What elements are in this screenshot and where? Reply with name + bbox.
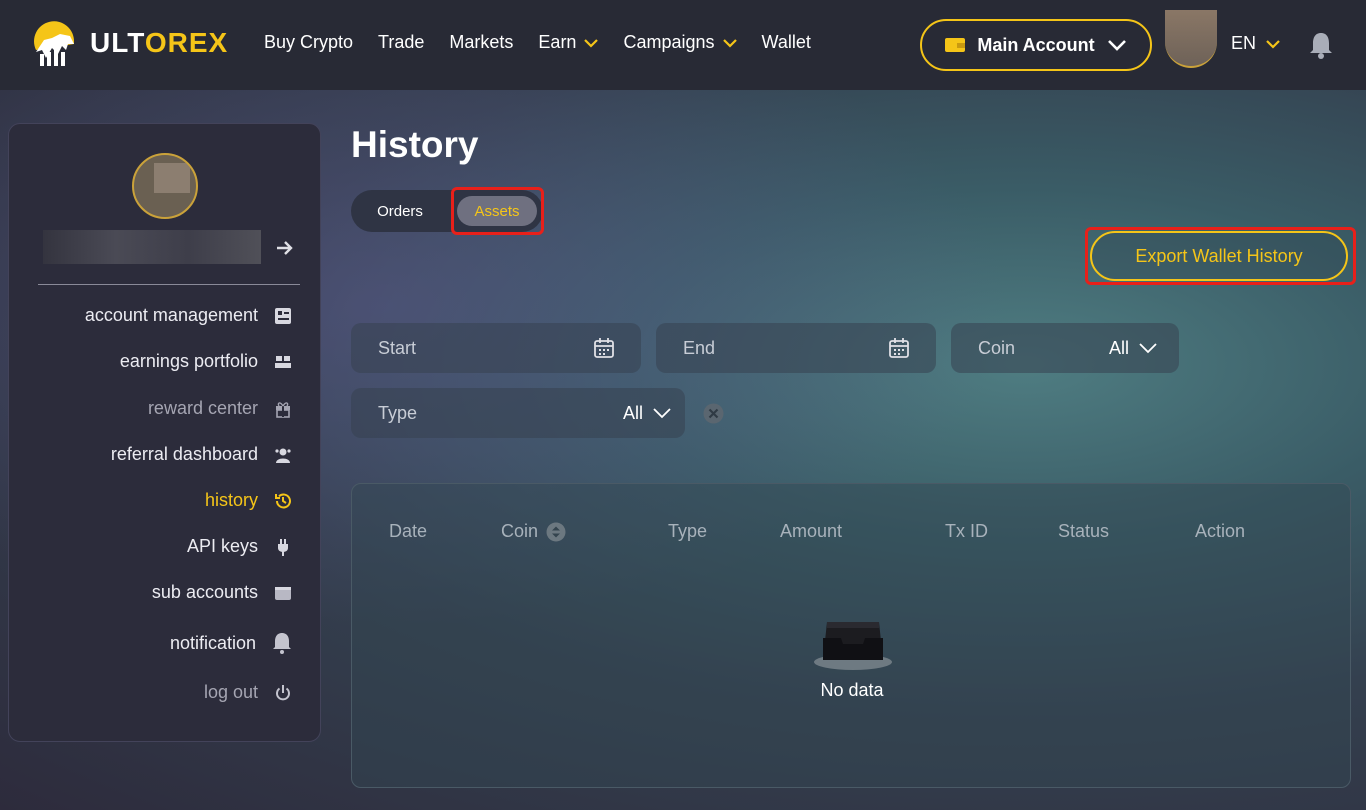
chevron-down-icon (1266, 39, 1280, 49)
column-header-action: Action (1195, 521, 1246, 541)
bell-icon (273, 633, 291, 654)
sidebar-item-account-management[interactable]: account management (85, 305, 292, 326)
column-header-date: Date (389, 521, 428, 541)
nav-wallet[interactable]: Wallet (762, 32, 811, 53)
chevron-down-icon (653, 407, 671, 418)
column-header-coin-label: Coin (501, 521, 539, 541)
logo-bull-icon (34, 21, 75, 66)
main-account-label: Main Account (977, 34, 1095, 55)
sidebar: account management earnings portfolio re… (8, 123, 321, 742)
end-date-placeholder: End (683, 337, 716, 358)
sidebar-item-label: earnings portfolio (119, 351, 258, 371)
arrow-right-icon[interactable] (276, 240, 294, 256)
sidebar-item-label: log out (203, 682, 258, 702)
power-icon (276, 684, 290, 700)
empty-state-text: No data (820, 680, 884, 700)
history-table: Date Coin Type Amount Tx ID Status Actio… (351, 483, 1351, 788)
sidebar-item-label: reward center (147, 398, 258, 418)
bell-icon[interactable] (1309, 31, 1333, 59)
nav-markets[interactable]: Markets (449, 32, 513, 53)
sidebar-item-notification[interactable]: notification (170, 632, 292, 654)
start-date-field[interactable]: Start (351, 323, 641, 373)
sidebar-item-label: history (204, 490, 258, 510)
sidebar-item-label: notification (169, 632, 256, 653)
highlight-box-export (1085, 227, 1356, 285)
chevron-down-icon (584, 38, 599, 48)
sidebar-item-log-out[interactable]: log out (204, 682, 292, 703)
tab-orders[interactable]: Orders (351, 190, 449, 232)
start-date-placeholder: Start (378, 337, 417, 358)
column-header-amount: Amount (780, 521, 843, 541)
sidebar-item-history[interactable]: history (205, 490, 292, 511)
logo[interactable]: ULTOREX (30, 20, 228, 66)
sort-icon[interactable] (546, 522, 566, 542)
nav-buy-crypto[interactable]: Buy Crypto (264, 32, 353, 53)
sidebar-item-label: API keys (186, 536, 258, 556)
sidebar-item-label: sub accounts (151, 582, 258, 602)
history-icon (275, 493, 291, 508)
type-select-label: Type (378, 402, 418, 423)
sidebar-item-sub-accounts[interactable]: sub accounts (152, 582, 292, 603)
type-select-value-text: All (622, 402, 643, 423)
nav-earn-label: Earn (538, 32, 577, 52)
sidebar-item-api-keys[interactable]: API keys (187, 536, 292, 557)
top-navbar: ULTOREX Buy Crypto Trade Markets Earn Ca… (0, 0, 1366, 90)
user-avatar[interactable] (1165, 10, 1217, 68)
chevron-down-icon (1107, 40, 1126, 51)
highlight-box-assets (451, 187, 544, 235)
nav-campaigns-label: Campaigns (623, 32, 715, 52)
language-selector[interactable]: EN (1231, 33, 1280, 54)
nav-campaigns[interactable]: Campaigns (623, 32, 737, 53)
account-management-icon (275, 307, 291, 324)
language-label: EN (1231, 33, 1257, 53)
sidebar-divider (38, 284, 300, 285)
column-header-status: Status (1058, 521, 1110, 541)
page-title: History (351, 124, 479, 165)
column-header-type: Type (668, 521, 708, 541)
coin-select-value: All (1109, 338, 1157, 359)
column-header-txid: Tx ID (945, 521, 988, 541)
empty-inbox-icon (814, 622, 892, 670)
coin-select-label: Coin (978, 337, 1016, 358)
main-nav: Buy Crypto Trade Markets Earn Campaigns … (264, 32, 836, 53)
calendar-icon (889, 338, 909, 358)
user-name-redacted (43, 230, 261, 264)
type-select-value: All (623, 403, 671, 424)
end-date-field[interactable]: End (656, 323, 936, 373)
sidebar-item-label: account management (84, 305, 258, 325)
referral-icon (275, 448, 291, 463)
main-account-button[interactable]: Main Account (920, 19, 1152, 71)
wallet-icon (275, 586, 291, 600)
sidebar-item-label: referral dashboard (110, 444, 258, 464)
coin-select[interactable]: Coin All (951, 323, 1179, 373)
nav-trade[interactable]: Trade (378, 32, 424, 53)
earnings-portfolio-icon (275, 355, 291, 368)
calendar-icon (594, 338, 614, 358)
chevron-down-icon (722, 38, 737, 48)
clear-filter-icon[interactable] (703, 403, 724, 424)
logo-text: ULTOREX (90, 27, 229, 58)
plug-icon (278, 538, 288, 556)
wallet-icon (945, 38, 966, 52)
sidebar-item-referral-dashboard[interactable]: referral dashboard (111, 444, 292, 465)
profile-avatar (132, 153, 198, 219)
nav-earn[interactable]: Earn (538, 32, 599, 53)
chevron-down-icon (1139, 342, 1157, 353)
gift-icon (276, 401, 290, 418)
type-select[interactable]: Type All (351, 388, 685, 438)
coin-select-value-text: All (1108, 337, 1129, 358)
column-header-coin[interactable]: Coin (501, 521, 566, 542)
sidebar-item-reward-center[interactable]: reward center (148, 398, 292, 419)
sidebar-item-earnings-portfolio[interactable]: earnings portfolio (120, 351, 292, 372)
